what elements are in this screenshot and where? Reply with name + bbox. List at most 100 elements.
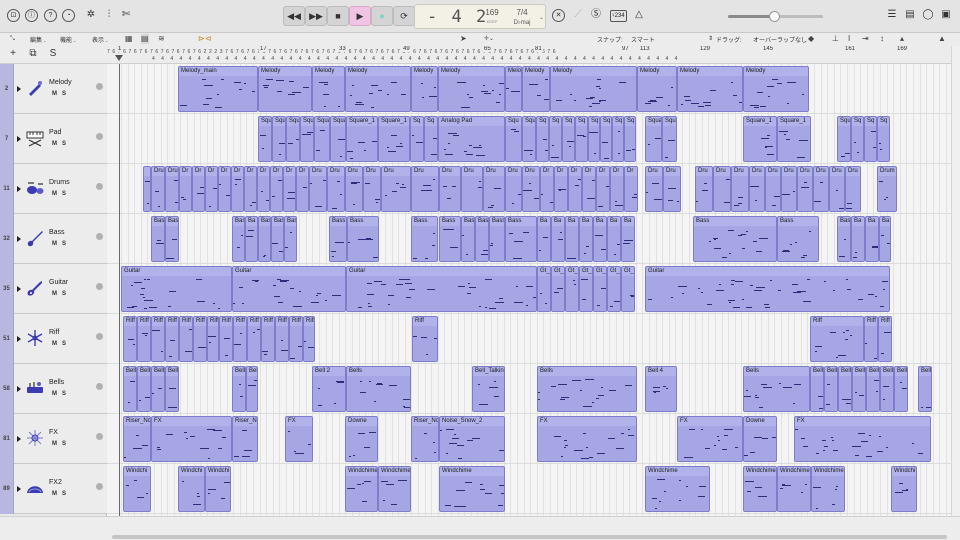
record-enable-button[interactable] [96, 133, 103, 140]
track-header-drums[interactable]: 11 Drums M S [0, 164, 107, 214]
region[interactable]: Dru [483, 166, 505, 212]
track-lane-bells[interactable]: BellBellBellBellBellBellBell 2BellsBell_… [107, 364, 951, 414]
region[interactable]: Ba [551, 216, 565, 262]
region[interactable]: Riff [151, 316, 165, 362]
region[interactable]: Melo [505, 66, 522, 112]
replace-mode-icon[interactable]: ✕ [552, 9, 565, 22]
dome-icon[interactable] [25, 478, 45, 498]
region[interactable]: Windchi [123, 466, 151, 512]
master-volume-knob[interactable] [768, 11, 780, 22]
region[interactable]: Bell [246, 366, 258, 412]
region[interactable]: Dr [179, 166, 192, 212]
region[interactable]: Bell [852, 366, 866, 412]
region[interactable]: Dru [713, 166, 731, 212]
media-browser-icon[interactable]: ▣ [939, 8, 953, 22]
region[interactable]: Dru [522, 166, 540, 212]
region[interactable]: Dr [231, 166, 244, 212]
region[interactable]: Dru [829, 166, 845, 212]
track-lane-fx2[interactable]: Windchi Windchi Windchi Windchime Windchime W… [107, 464, 951, 514]
editors-icon[interactable]: ✄ [119, 8, 133, 22]
region[interactable]: Windchime [378, 466, 411, 512]
note-pad-icon[interactable]: ▤ [903, 8, 917, 22]
vertical-scrollbar[interactable] [951, 46, 960, 516]
region[interactable]: Windchime [811, 466, 845, 512]
region[interactable]: Dr [218, 166, 231, 212]
disclosure-triangle-icon[interactable] [17, 186, 21, 192]
region[interactable]: Bass [151, 216, 165, 262]
library-icon[interactable]: ⊡ [7, 9, 20, 22]
flex-icon[interactable]: ≋ [158, 34, 165, 44]
region[interactable]: Bass [475, 216, 489, 262]
region[interactable]: Dru [813, 166, 829, 212]
region[interactable]: Dr [192, 166, 205, 212]
menu-edit[interactable]: 編集⌄ [30, 35, 46, 44]
region[interactable]: Squ [272, 116, 286, 162]
region[interactable]: Riff [878, 316, 892, 362]
menu-view[interactable]: 表示⌄ [92, 35, 108, 44]
region[interactable]: Riff [165, 316, 179, 362]
region[interactable]: Gt_ [593, 266, 607, 312]
region[interactable]: Sq [424, 116, 438, 162]
region[interactable]: Squ [286, 116, 300, 162]
region[interactable]: Gt_ [537, 266, 551, 312]
region[interactable]: Squ [522, 116, 536, 162]
region[interactable]: Drum [877, 166, 897, 212]
track-header-bells[interactable]: 58 Bells M S [0, 364, 107, 414]
arrange-area[interactable]: Melody_main Melody Melody Melody Melody Melod… [107, 64, 951, 516]
region[interactable]: Bass [232, 216, 245, 262]
catch-icon[interactable]: ⊳⊲ [198, 34, 211, 44]
lcd-display[interactable]: - 4 2 169 KEEP 7/4 D♭maj ⌄ [414, 4, 546, 29]
region[interactable]: Dr [554, 166, 568, 212]
region[interactable]: Bell 4 [645, 366, 677, 412]
solo-mode-icon[interactable]: Ⓢ [589, 8, 603, 22]
region[interactable]: Dru [505, 166, 522, 212]
region[interactable]: Melody [258, 66, 312, 112]
region[interactable]: Downe [345, 416, 378, 462]
region[interactable]: Dr [205, 166, 218, 212]
horizontal-scrollbar-thumb[interactable] [112, 535, 947, 539]
region[interactable]: Dru [845, 166, 861, 212]
region[interactable]: Ba [593, 216, 607, 262]
mixer-icon[interactable]: ⫶ [102, 8, 116, 22]
region[interactable]: Bell [866, 366, 880, 412]
region[interactable]: Bass [693, 216, 777, 262]
region[interactable]: Ba [879, 216, 891, 262]
region[interactable]: Bass [329, 216, 347, 262]
region[interactable]: Riff [219, 316, 233, 362]
track-lane-bass[interactable]: BassBassBassBaBasBasBasBassBassBassBassB… [107, 214, 951, 264]
region[interactable]: Dru [165, 166, 179, 212]
region[interactable]: Bell [123, 366, 137, 412]
region[interactable]: Square_1 [777, 116, 811, 162]
horizontal-scroll-area[interactable] [0, 516, 960, 540]
rewind-button[interactable]: ◀◀ [283, 6, 305, 26]
region[interactable]: Dru [151, 166, 165, 212]
region[interactable]: Bass [165, 216, 179, 262]
track-header-riff[interactable]: 51 Riff M S [0, 314, 107, 364]
region[interactable]: Bell 2 [312, 366, 346, 412]
region[interactable]: Dru [749, 166, 765, 212]
mute-button[interactable]: M [52, 341, 57, 347]
playhead-marker[interactable] [115, 55, 123, 61]
count-in-badge[interactable]: ♮234 [610, 10, 627, 22]
track-header-bass[interactable]: 32 Bass M S [0, 214, 107, 264]
region[interactable]: Riser_No [411, 416, 439, 462]
region[interactable]: Dru [363, 166, 381, 212]
track-header-melody[interactable]: 2 Melody M S [0, 64, 107, 114]
inspector-icon[interactable]: ⓘ [25, 9, 38, 22]
region[interactable]: Ba [865, 216, 879, 262]
disclosure-triangle-icon[interactable] [17, 336, 21, 342]
region[interactable]: Sq [562, 116, 575, 162]
bass-guitar-icon[interactable] [25, 228, 45, 248]
region[interactable]: Dru [381, 166, 411, 212]
tool-arrow-icon[interactable]: ⤡ [10, 34, 15, 44]
region[interactable]: Bell [165, 366, 179, 412]
region[interactable]: Windchi [205, 466, 231, 512]
horizontal-zoom-icon[interactable]: ⇥ [862, 34, 869, 44]
fx-burst-icon[interactable] [25, 428, 45, 448]
region[interactable]: Ba [537, 216, 551, 262]
track-name[interactable]: Bass [49, 229, 65, 236]
track-lane-pad[interactable]: Squ Squ Squ Squ Squa Squa Square_1 Square_1 Sq Sq… [107, 114, 951, 164]
region[interactable]: Windchime [345, 466, 378, 512]
region[interactable]: Squ [505, 116, 522, 162]
region[interactable]: Riff [412, 316, 438, 362]
